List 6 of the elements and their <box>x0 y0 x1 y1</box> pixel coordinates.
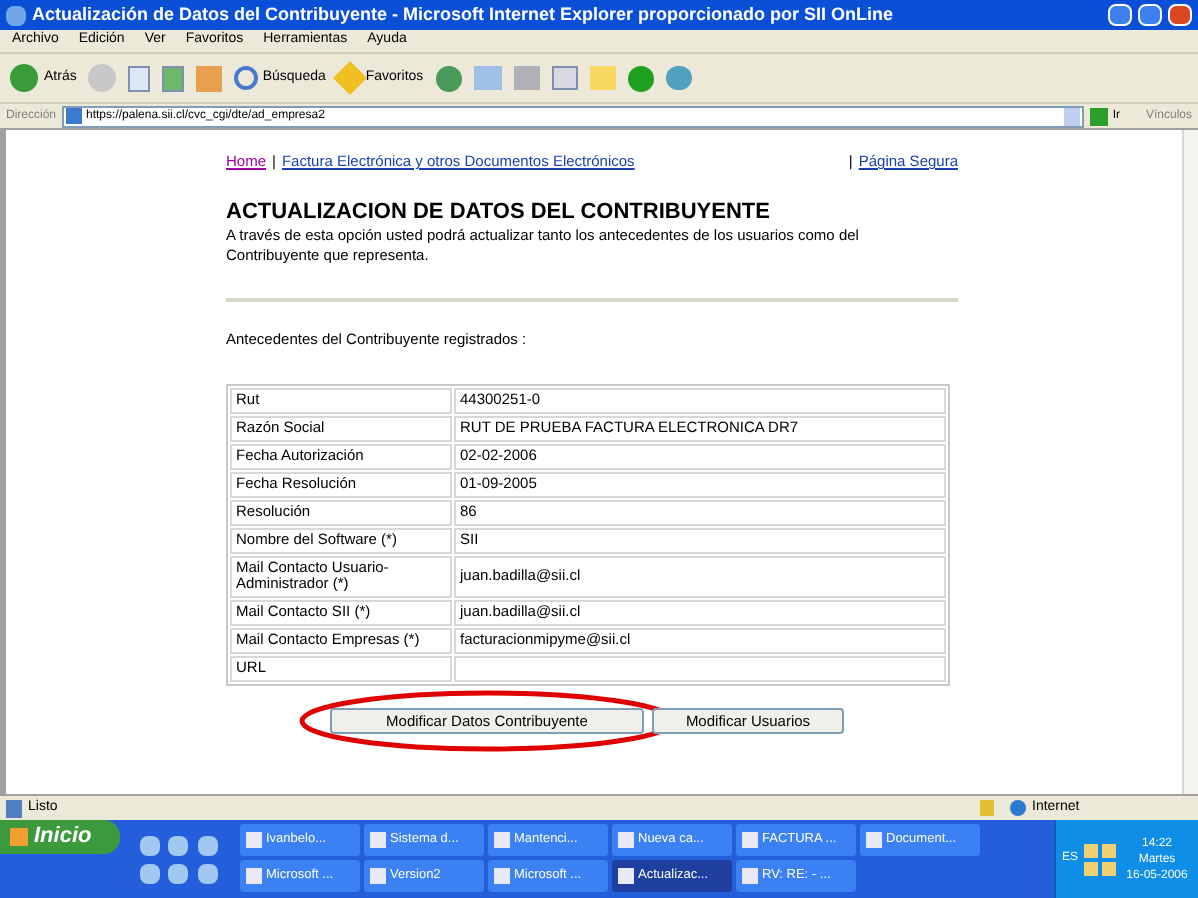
start-button[interactable]: Inicio <box>0 820 120 854</box>
page-heading: ACTUALIZACION DE DATOS DEL CONTRIBUYENTE <box>226 200 772 227</box>
scrollbar[interactable] <box>1182 130 1198 794</box>
window-title: Actualización de Datos del Contribuyente - Microsoft Internet Explorer proporcionado por SII OnLine <box>32 1 896 28</box>
search-icon <box>234 66 259 90</box>
arrow-left-icon <box>10 64 38 92</box>
